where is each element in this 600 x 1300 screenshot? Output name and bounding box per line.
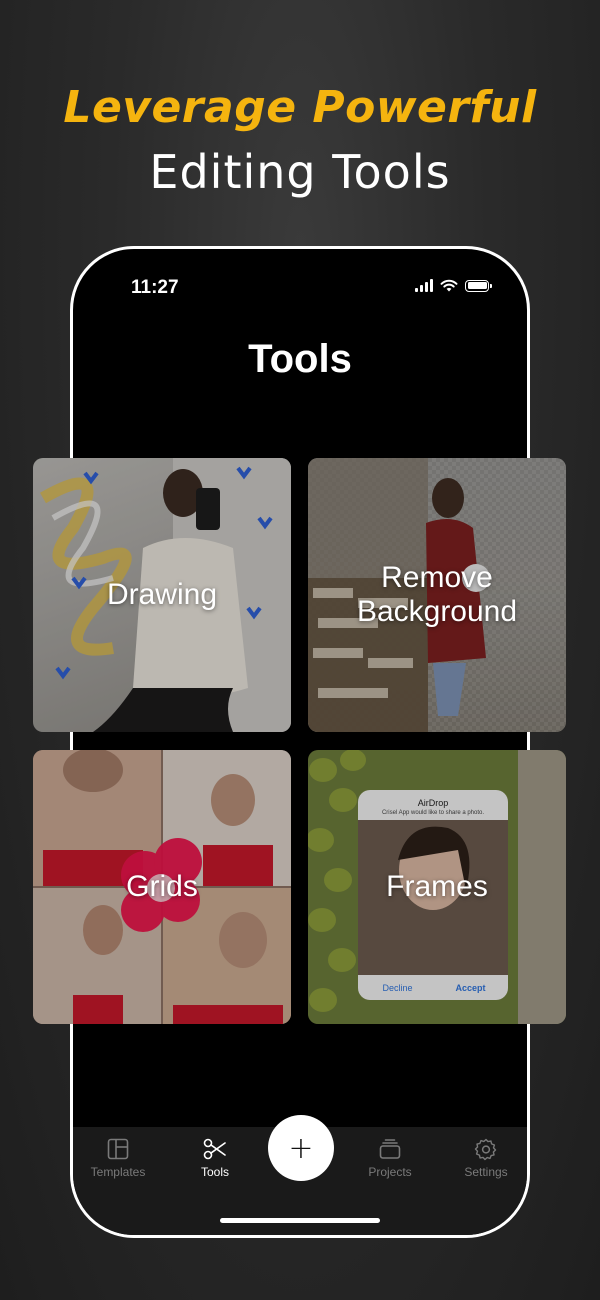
battery-icon xyxy=(465,279,492,292)
tool-tile-drawing[interactable]: Drawing xyxy=(33,458,291,732)
tab-bar: Templates Tools + Projects Settings xyxy=(73,1115,527,1235)
promo-headline-accent: Leverage Powerful xyxy=(63,82,537,133)
status-icons xyxy=(415,279,492,292)
tile-label: Remove Background xyxy=(356,560,518,629)
tile-label: Drawing xyxy=(106,577,218,611)
tool-tile-frames[interactable]: AirDrop Crisel App would like to share a… xyxy=(308,750,566,1024)
home-indicator xyxy=(220,1218,380,1223)
gear-icon xyxy=(474,1138,497,1161)
cellular-signal-icon xyxy=(415,279,433,292)
tab-settings-label: Settings xyxy=(464,1165,508,1179)
tab-tools[interactable]: Tools xyxy=(170,1137,260,1179)
tab-tools-label: Tools xyxy=(200,1165,229,1179)
tile-label: Frames xyxy=(386,869,488,903)
scissors-icon xyxy=(203,1138,226,1160)
status-time: 11:27 xyxy=(131,277,179,298)
tab-templates-label: Templates xyxy=(90,1165,146,1179)
projects-icon xyxy=(379,1139,401,1159)
templates-icon xyxy=(107,1138,129,1160)
wifi-icon xyxy=(440,279,458,292)
tab-projects[interactable]: Projects xyxy=(345,1137,435,1179)
phone-frame: 11:27 Tools Templates Tools + Projects S… xyxy=(70,246,530,1238)
add-button[interactable]: + xyxy=(268,1115,334,1181)
tool-tile-grids[interactable]: Grids xyxy=(33,750,291,1024)
tool-tile-remove-background[interactable]: Remove Background xyxy=(308,458,566,732)
tab-templates[interactable]: Templates xyxy=(73,1137,163,1179)
tab-projects-label: Projects xyxy=(368,1165,412,1179)
tile-label: Grids xyxy=(126,869,198,903)
tab-settings[interactable]: Settings xyxy=(441,1137,527,1179)
promo-headline-main: Editing Tools xyxy=(149,145,451,199)
page-title: Tools xyxy=(248,337,352,381)
